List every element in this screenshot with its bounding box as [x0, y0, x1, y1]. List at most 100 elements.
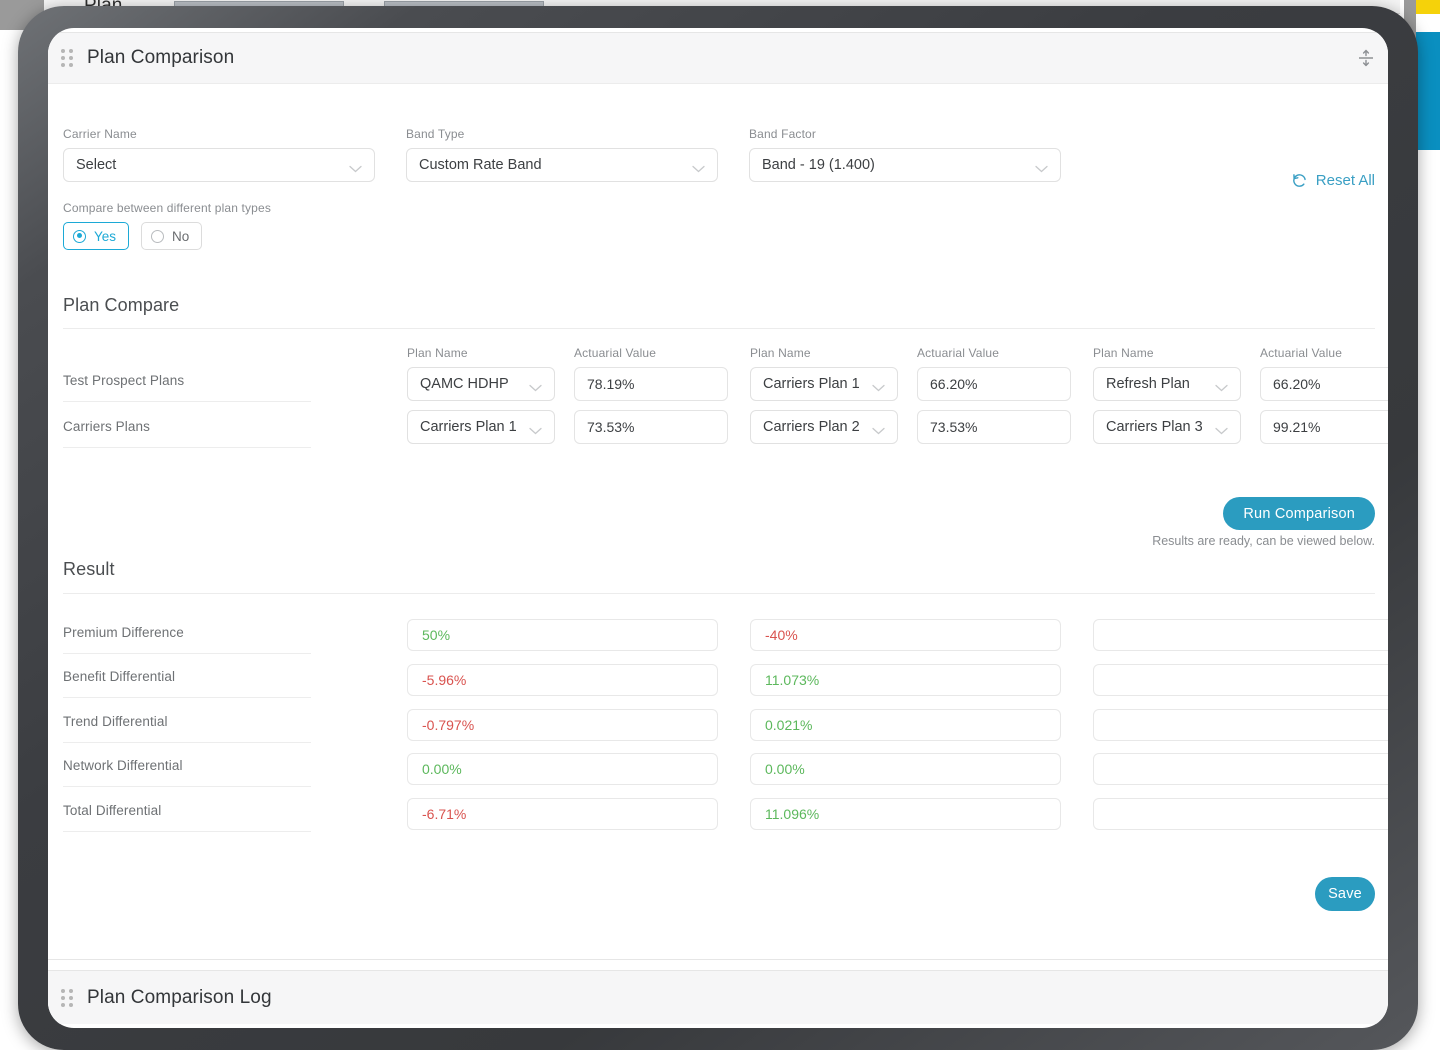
chevron-down-icon: [1215, 423, 1228, 431]
actuarial-value-input[interactable]: 99.21%: [1260, 410, 1388, 444]
actuarial-value-header: Actuarial Value: [917, 346, 1071, 360]
result-value-box[interactable]: -6.71%: [407, 798, 718, 830]
plan-compare-divider: [63, 328, 1375, 329]
background-accent-white: [1416, 14, 1440, 32]
result-value-box[interactable]: 50%: [407, 619, 718, 651]
chevron-down-icon: [349, 161, 362, 169]
plan-compare-group-3: Plan Name Actuarial Value Refresh Plan 6…: [1093, 346, 1388, 444]
result-value-text: -5.96%: [422, 672, 466, 688]
actuarial-value-input[interactable]: 66.20%: [1260, 367, 1388, 401]
compare-plan-types-group: Compare between different plan types Yes…: [63, 201, 271, 250]
background-accent-blue: [1416, 32, 1440, 150]
result-value-box[interactable]: 0.00%: [407, 753, 718, 785]
plan-name-header: Plan Name: [750, 346, 898, 360]
result-value-box[interactable]: [1093, 709, 1388, 741]
result-value-text: 0.00%: [422, 761, 462, 777]
result-value-text: -40%: [765, 627, 798, 643]
result-value-box[interactable]: 0.021%: [750, 709, 1061, 741]
tablet-device-frame: Plan Comparison Carrier Name Select: [18, 6, 1418, 1050]
result-value-box[interactable]: 11.073%: [750, 664, 1061, 696]
result-value-text: 11.096%: [765, 806, 819, 822]
actuarial-value-text: 73.53%: [587, 419, 634, 435]
result-value-box[interactable]: -0.797%: [407, 709, 718, 741]
reset-all-label: Reset All: [1316, 172, 1375, 189]
radio-selected-icon: [73, 230, 86, 243]
plan-compare-group-1: Plan Name Actuarial Value QAMC HDHP 78.1…: [407, 346, 728, 444]
actuarial-value-header: Actuarial Value: [574, 346, 728, 360]
result-label-trend-differential: Trend Differential: [63, 714, 168, 729]
page-title: Plan Comparison: [87, 47, 234, 69]
plan-name-select[interactable]: Refresh Plan: [1093, 367, 1241, 401]
band-factor-select[interactable]: Band - 19 (1.400): [749, 148, 1061, 182]
chevron-down-icon: [872, 380, 885, 388]
chevron-down-icon: [692, 161, 705, 169]
result-label-total-differential: Total Differential: [63, 803, 161, 818]
row-divider: [63, 697, 311, 698]
reset-all-button[interactable]: Reset All: [1291, 172, 1375, 189]
plan-name-value: Carriers Plan 1: [763, 376, 872, 392]
plan-name-value: Carriers Plan 2: [763, 419, 872, 435]
plan-name-select[interactable]: Carriers Plan 2: [750, 410, 898, 444]
band-factor-field: Band Factor Band - 19 (1.400): [749, 127, 1061, 182]
result-value-text: 50%: [422, 627, 450, 643]
result-value-box[interactable]: -5.96%: [407, 664, 718, 696]
result-value-box[interactable]: [1093, 619, 1388, 651]
background-accent-yellow: [1416, 0, 1440, 14]
result-divider: [63, 593, 1375, 594]
plan-comparison-log-card: Plan Comparison Log: [48, 970, 1388, 1024]
actuarial-value-input[interactable]: 78.19%: [574, 367, 728, 401]
plan-name-value: Carriers Plan 1: [420, 419, 529, 435]
plan-name-select[interactable]: Carriers Plan 3: [1093, 410, 1241, 444]
save-button[interactable]: Save: [1315, 877, 1375, 911]
result-value-text: 0.021%: [765, 717, 812, 733]
radio-compare-no[interactable]: No: [141, 222, 202, 250]
plan-name-select[interactable]: QAMC HDHP: [407, 367, 555, 401]
compare-plan-types-label: Compare between different plan types: [63, 201, 271, 215]
row-divider: [63, 786, 311, 787]
actuarial-value-header: Actuarial Value: [1260, 346, 1388, 360]
plan-name-header: Plan Name: [407, 346, 555, 360]
plan-name-value: Refresh Plan: [1106, 376, 1215, 392]
chevron-down-icon: [1215, 380, 1228, 388]
plan-compare-heading: Plan Compare: [63, 295, 179, 316]
radio-compare-yes-label: Yes: [94, 229, 116, 244]
result-value-box[interactable]: 11.096%: [750, 798, 1061, 830]
result-value-box[interactable]: 0.00%: [750, 753, 1061, 785]
results-status-note: Results are ready, can be viewed below.: [1152, 534, 1375, 548]
drag-dots-icon[interactable]: [61, 49, 73, 67]
band-factor-value: Band - 19 (1.400): [762, 157, 1035, 173]
result-value-box[interactable]: -40%: [750, 619, 1061, 651]
result-value-box[interactable]: [1093, 664, 1388, 696]
row-divider: [63, 447, 311, 448]
band-type-field: Band Type Custom Rate Band: [406, 127, 718, 182]
collapse-vertical-icon[interactable]: [1355, 47, 1377, 69]
result-value-box[interactable]: [1093, 798, 1388, 830]
plan-name-select[interactable]: Carriers Plan 1: [407, 410, 555, 444]
band-factor-label: Band Factor: [749, 127, 1061, 141]
band-type-select[interactable]: Custom Rate Band: [406, 148, 718, 182]
plan-comparison-log-header[interactable]: Plan Comparison Log: [48, 971, 1388, 1024]
row-divider: [63, 653, 311, 654]
reset-circular-arrow-icon: [1291, 172, 1308, 189]
carrier-name-field: Carrier Name Select: [63, 127, 375, 182]
result-value-text: 11.073%: [765, 672, 819, 688]
run-comparison-button[interactable]: Run Comparison: [1223, 497, 1375, 530]
radio-compare-no-label: No: [172, 229, 189, 244]
actuarial-value-text: 78.19%: [587, 376, 634, 392]
actuarial-value-input[interactable]: 73.53%: [917, 410, 1071, 444]
plan-name-select[interactable]: Carriers Plan 1: [750, 367, 898, 401]
radio-compare-yes[interactable]: Yes: [63, 222, 129, 250]
result-heading: Result: [63, 559, 115, 580]
plan-name-value: QAMC HDHP: [420, 376, 529, 392]
actuarial-value-input[interactable]: 73.53%: [574, 410, 728, 444]
row-label-carriers-plans: Carriers Plans: [63, 419, 150, 434]
carrier-name-select[interactable]: Select: [63, 148, 375, 182]
app-viewport: Plan Comparison Carrier Name Select: [48, 28, 1388, 1016]
plan-compare-group-2: Plan Name Actuarial Value Carriers Plan …: [750, 346, 1071, 444]
result-value-box[interactable]: [1093, 753, 1388, 785]
actuarial-value-input[interactable]: 66.20%: [917, 367, 1071, 401]
chevron-down-icon: [529, 423, 542, 431]
drag-dots-icon[interactable]: [61, 989, 73, 1007]
result-label-network-differential: Network Differential: [63, 758, 183, 773]
plan-comparison-header: Plan Comparison: [48, 33, 1388, 84]
